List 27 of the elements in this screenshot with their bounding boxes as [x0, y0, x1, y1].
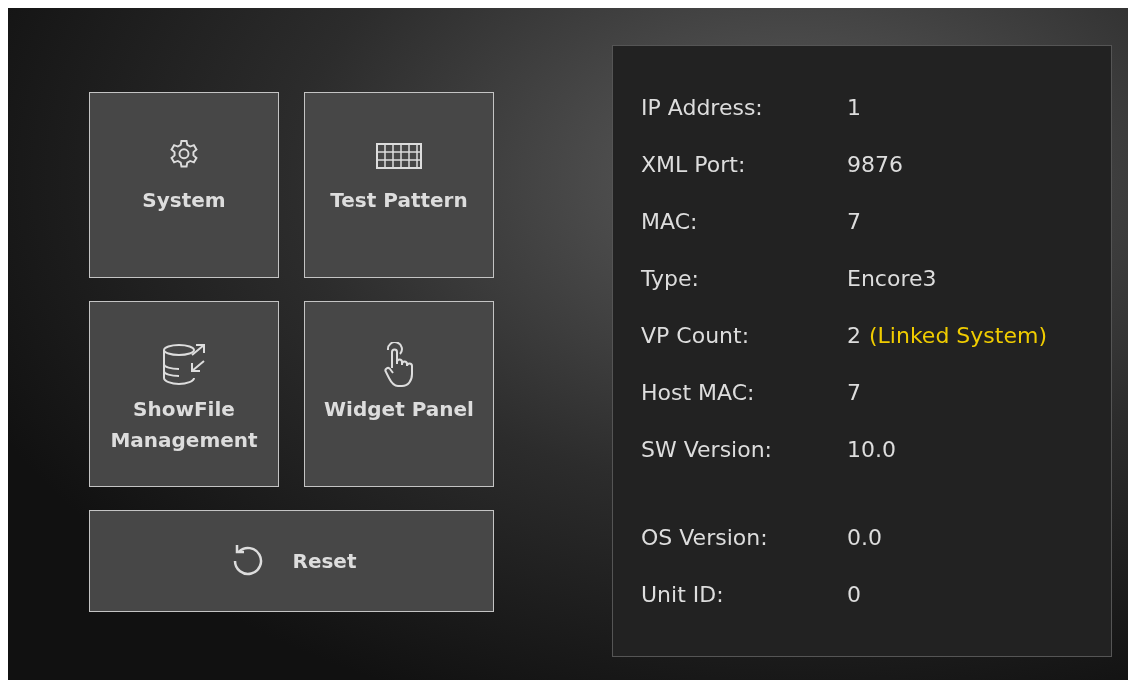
test-pattern-button[interactable]: Test Pattern [304, 92, 494, 278]
widget-panel-button[interactable]: Widget Panel [304, 301, 494, 487]
info-label: MAC: [641, 209, 699, 234]
info-value: 7 [847, 380, 861, 405]
info-label: Unit ID: [641, 582, 725, 607]
info-note: (Linked System) [869, 323, 1047, 348]
info-value: 0.0 [847, 525, 882, 550]
system-button[interactable]: System [89, 92, 279, 278]
info-label: Type: [641, 266, 700, 291]
info-label: IP Address: [641, 95, 764, 120]
info-label: XML Port: [641, 152, 747, 177]
info-value: 7 [847, 209, 861, 234]
showfile-management-button[interactable]: ShowFile Management [89, 301, 279, 487]
info-label: OS Version: [641, 525, 769, 550]
database-icon [161, 342, 207, 388]
reset-button[interactable]: Reset [89, 510, 494, 612]
info-value: 9876 [847, 152, 903, 177]
grid-icon [376, 143, 422, 169]
info-value: 2 [847, 323, 861, 348]
info-value: Encore3 [847, 266, 937, 291]
info-value: 1 [847, 95, 861, 120]
pointing-hand-icon [383, 342, 415, 388]
info-label: Host MAC: [641, 380, 756, 405]
info-label: SW Version: [641, 437, 774, 462]
info-value: 10.0 [847, 437, 896, 462]
info-label: VP Count: [641, 323, 751, 348]
info-value: 0 [847, 582, 861, 607]
